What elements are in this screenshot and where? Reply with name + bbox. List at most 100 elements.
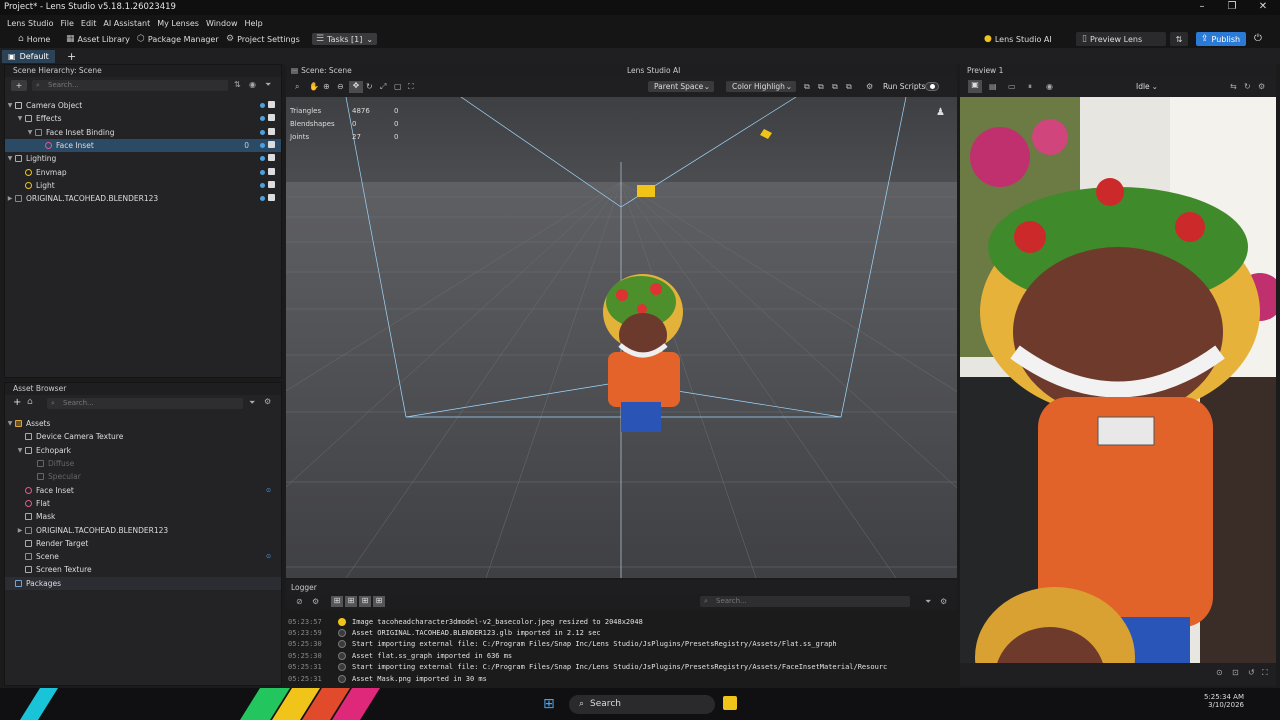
lens-studio-taskbar-icon[interactable] bbox=[723, 696, 737, 710]
lens-studio-ai-button[interactable]: ● Lens Studio AI bbox=[984, 34, 1052, 44]
gear-icon[interactable]: ⚙ bbox=[940, 597, 947, 606]
enabled-checkbox[interactable] bbox=[268, 180, 275, 190]
asset-library-button[interactable]: ▦ Asset Library bbox=[66, 34, 130, 44]
expand-icon[interactable]: ⛶ bbox=[1262, 668, 1268, 678]
asset-item[interactable]: Screen Texture bbox=[5, 563, 281, 576]
clear-icon[interactable]: ⊘ bbox=[296, 597, 303, 606]
zoom-out-icon[interactable]: ⊖ bbox=[337, 82, 344, 91]
filter-icon[interactable]: ⏷ bbox=[925, 597, 931, 607]
hierarchy-item[interactable]: ▼ Lighting bbox=[5, 152, 281, 165]
scene-viewport[interactable]: Triangles 4876 0 Blendshapes 0 0 Joints 27 0 ♟ bbox=[286, 97, 957, 578]
filter-info-icon[interactable]: ⊞ bbox=[345, 596, 357, 607]
filter-icon[interactable]: ⏷ bbox=[265, 80, 271, 90]
asset-item[interactable]: ▼ Assets bbox=[5, 417, 281, 430]
settings-icon[interactable]: ⚙ bbox=[312, 597, 319, 606]
close-button[interactable]: ✕ bbox=[1253, 1, 1273, 12]
publish-button[interactable]: ⇪ Publish bbox=[1196, 32, 1246, 46]
menu-lens-studio[interactable]: Lens Studio bbox=[7, 19, 54, 28]
camera-icon[interactable]: ▣ bbox=[968, 80, 982, 93]
import-icon[interactable]: ⌂ bbox=[27, 397, 33, 407]
log-line[interactable]: 05:25:31 Start importing external file: C… bbox=[288, 662, 953, 673]
menu-window[interactable]: Window bbox=[206, 19, 238, 28]
asset-item[interactable]: Specular bbox=[5, 470, 281, 483]
menu-edit[interactable]: Edit bbox=[81, 19, 97, 28]
menu-ai-assistant[interactable]: AI Assistant bbox=[103, 19, 150, 28]
hierarchy-item[interactable]: ▼ Camera Object bbox=[5, 99, 281, 112]
project-settings-button[interactable]: ⚙ Project Settings bbox=[226, 34, 300, 44]
flip-icon[interactable]: ⇆ bbox=[1230, 82, 1237, 91]
enabled-checkbox[interactable] bbox=[268, 141, 275, 150]
enabled-checkbox[interactable] bbox=[268, 127, 275, 137]
enabled-checkbox[interactable] bbox=[268, 154, 275, 163]
log-line[interactable]: 05:25:31 Asset Mask.png imported in 30 ms bbox=[288, 673, 953, 684]
device-icon[interactable]: ▭ bbox=[1008, 82, 1016, 91]
package-manager-button[interactable]: ⬡ Package Manager bbox=[137, 34, 219, 44]
move-tool-icon[interactable]: ✥ bbox=[349, 81, 363, 93]
asset-item[interactable]: Diffuse bbox=[5, 457, 281, 470]
asset-item[interactable]: Device Camera Texture bbox=[5, 430, 281, 443]
rotate-tool-icon[interactable]: ↻ bbox=[366, 82, 373, 91]
sort-icon[interactable]: ⇅ bbox=[234, 80, 241, 89]
run-scripts-toggle[interactable] bbox=[925, 82, 939, 91]
enabled-checkbox[interactable] bbox=[268, 194, 275, 203]
rect-tool-icon[interactable]: ▢ bbox=[394, 82, 402, 91]
zoom-in-icon[interactable]: ⊕ bbox=[323, 82, 330, 91]
windows-start-icon[interactable]: ⊞ bbox=[543, 696, 555, 712]
asset-search-input[interactable]: ⌕ Search... bbox=[47, 398, 243, 409]
pause-icon[interactable]: ⏸ bbox=[1028, 82, 1032, 92]
maximize-button[interactable]: ❐ bbox=[1222, 1, 1242, 12]
color-highlight-dropdown[interactable]: Color Highligh ⌄ bbox=[726, 81, 796, 92]
taskbar-search[interactable]: ⌕ Search bbox=[569, 695, 715, 714]
hierarchy-item-selected[interactable]: Face Inset 0 bbox=[5, 138, 281, 153]
add-layout-button[interactable]: + bbox=[67, 50, 76, 63]
zoom-icon[interactable]: ⌕ bbox=[295, 82, 299, 92]
gear-icon[interactable]: ⚙ bbox=[264, 397, 271, 406]
vertex-snap-icon[interactable]: ⧉ bbox=[832, 82, 838, 92]
scene-tab[interactable]: ▤ Scene: Scene bbox=[291, 66, 352, 75]
enabled-checkbox[interactable] bbox=[268, 114, 275, 123]
surface-snap-icon[interactable]: ⧉ bbox=[846, 82, 852, 92]
preview-viewport[interactable] bbox=[960, 97, 1276, 663]
asset-item[interactable]: Flat bbox=[5, 497, 281, 510]
asset-item[interactable]: Mask bbox=[5, 510, 281, 523]
log-line[interactable]: 05:25:30 Start importing external file: C… bbox=[288, 639, 953, 650]
hierarchy-item[interactable]: ▼ Face Inset Binding bbox=[5, 126, 281, 139]
minimize-button[interactable]: – bbox=[1192, 1, 1212, 12]
gear-icon[interactable]: ⚙ bbox=[1258, 82, 1265, 91]
clock[interactable]: 5:25:34 AM 3/10/2026 bbox=[1198, 693, 1244, 709]
log-line[interactable]: 05:23:59 Asset ORIGINAL.TACOHEAD.BLENDER1… bbox=[288, 627, 953, 638]
tasks-dropdown[interactable]: ☰ Tasks [1] ⌄ bbox=[312, 33, 378, 45]
log-line[interactable]: 05:23:57 Image tacoheadcharacter3dmodel-v… bbox=[288, 616, 953, 627]
preview-lens-button[interactable]: ▯ Preview Lens bbox=[1076, 32, 1166, 46]
video-icon[interactable]: ▤ bbox=[989, 82, 997, 91]
lens-studio-ai-tab[interactable]: Lens Studio AI bbox=[627, 66, 680, 75]
screenshot-icon[interactable]: ⊡ bbox=[1232, 668, 1239, 677]
menu-file[interactable]: File bbox=[61, 19, 74, 28]
record-icon[interactable]: ⊙ bbox=[1216, 668, 1223, 677]
hierarchy-item[interactable]: Light bbox=[5, 179, 281, 192]
hierarchy-search-input[interactable]: ⌕ Search... bbox=[32, 80, 228, 91]
preview-options-button[interactable]: ⇅ bbox=[1170, 32, 1188, 46]
menu-my-lenses[interactable]: My Lenses bbox=[157, 19, 199, 28]
menu-help[interactable]: Help bbox=[245, 19, 263, 28]
layout-tab-default[interactable]: ▣ Default bbox=[2, 50, 55, 63]
account-icon[interactable]: ⏻ bbox=[1254, 33, 1262, 44]
add-asset-button[interactable]: + bbox=[13, 397, 21, 408]
grid-snap-icon[interactable]: ⧉ bbox=[818, 82, 824, 92]
hierarchy-item[interactable]: Envmap bbox=[5, 165, 281, 178]
refresh-icon[interactable]: ↻ bbox=[1244, 82, 1251, 91]
asset-item[interactable]: ▼ Echopark bbox=[5, 444, 281, 457]
asset-item[interactable]: Face Inset ⊙ bbox=[5, 483, 281, 496]
asset-item[interactable]: Packages bbox=[5, 576, 281, 590]
filter-all-icon[interactable]: ⊞ bbox=[331, 596, 343, 607]
camera-view-icon[interactable]: ♟ bbox=[936, 107, 945, 118]
scale-tool-icon[interactable]: ⤢ bbox=[380, 82, 386, 92]
filter-icon[interactable]: ⏷ bbox=[249, 398, 255, 408]
logger-search-input[interactable]: ⌕ Search... bbox=[700, 596, 910, 607]
asset-item[interactable]: ▶ ORIGINAL.TACOHEAD.BLENDER123 bbox=[5, 523, 281, 536]
parent-space-dropdown[interactable]: Parent Space ⌄ bbox=[648, 81, 714, 92]
filter-warning-icon[interactable]: ⊞ bbox=[359, 596, 371, 607]
hierarchy-item[interactable]: ▼ Effects bbox=[5, 112, 281, 125]
asset-item[interactable]: Scene ⊙ bbox=[5, 550, 281, 563]
gear-icon[interactable]: ⚙ bbox=[866, 82, 873, 91]
